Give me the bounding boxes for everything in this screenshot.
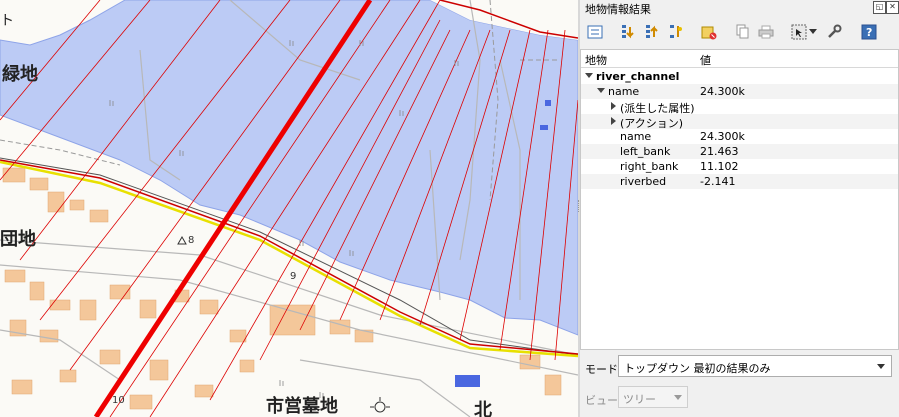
identify-results-panel: 地物情報結果 ◱ ✕ ? 地物 値 river_channel name 24.…: [580, 0, 899, 417]
actions-row[interactable]: (アクション): [581, 114, 898, 130]
chevron-right-icon[interactable]: [611, 117, 616, 125]
tree-header: 地物 値: [581, 50, 898, 68]
map-label-cemetery: 市営墓地: [266, 396, 338, 417]
clear-results-icon[interactable]: [699, 22, 719, 42]
mode-value: トップダウン 最初の結果のみ: [624, 362, 771, 375]
float-panel-button[interactable]: ◱: [873, 1, 886, 14]
map-km-10: 10: [112, 395, 125, 406]
derived-row[interactable]: (派生した属性): [581, 99, 898, 115]
select-features-icon[interactable]: [789, 22, 809, 42]
layer-name: river_channel: [596, 70, 680, 83]
attribute-row[interactable]: name 24.300k: [581, 129, 898, 144]
dropdown-arrow-icon[interactable]: [808, 22, 818, 42]
chevron-right-icon[interactable]: [611, 102, 616, 110]
svg-text:?: ?: [866, 26, 872, 39]
map-canvas[interactable]: 緑地 団地 市営墓地 北 ト 8 9 10: [0, 0, 578, 417]
map-label-park: 団地: [0, 229, 36, 250]
help-icon[interactable]: ?: [859, 22, 879, 42]
attribute-value: 24.300k: [700, 130, 745, 143]
column-header-feature[interactable]: 地物: [585, 52, 607, 68]
panel-title: 地物情報結果: [585, 3, 651, 16]
copy-icon[interactable]: [732, 22, 752, 42]
layer-row[interactable]: river_channel: [581, 69, 898, 84]
view-label: ビュー: [585, 394, 618, 407]
attribute-row[interactable]: riverbed -2.141: [581, 174, 898, 189]
chevron-down-icon[interactable]: [597, 88, 605, 93]
view-select[interactable]: ツリー: [618, 386, 688, 408]
attribute-value: 21.463: [700, 145, 739, 158]
attribute-key: riverbed: [620, 175, 667, 188]
mode-select[interactable]: トップダウン 最初の結果のみ: [618, 355, 892, 377]
close-panel-button[interactable]: ✕: [886, 1, 899, 14]
attribute-row[interactable]: right_bank 11.102: [581, 159, 898, 174]
attribute-value: 11.102: [700, 160, 739, 173]
attribute-key: left_bank: [620, 145, 671, 158]
identify-toolbar: ?: [580, 18, 899, 46]
chevron-down-icon: [877, 364, 885, 369]
column-header-value[interactable]: 値: [700, 52, 711, 68]
attribute-key: name: [620, 130, 652, 143]
attribute-key: right_bank: [620, 160, 679, 173]
feature-key: name: [608, 85, 640, 98]
shrine-symbol: [370, 397, 390, 413]
view-value: ツリー: [623, 393, 656, 406]
map-drawing: [0, 0, 578, 417]
chevron-down-icon: [674, 395, 682, 400]
map-label-left-char: ト: [0, 13, 14, 29]
map-km-9: 9: [290, 271, 297, 282]
collapse-all-icon[interactable]: [642, 22, 662, 42]
expand-all-icon[interactable]: [618, 22, 638, 42]
panel-titlebar: 地物情報結果 ◱ ✕: [580, 0, 899, 16]
mode-label: モード: [585, 363, 618, 376]
map-label-green-area: 緑地: [2, 64, 38, 85]
map-km-8: 8: [188, 235, 195, 246]
map-label-north: 北: [474, 400, 492, 417]
settings-icon[interactable]: [824, 22, 844, 42]
attribute-row[interactable]: left_bank 21.463: [581, 144, 898, 159]
print-icon[interactable]: [756, 22, 776, 42]
attribute-value: -2.141: [700, 175, 736, 188]
feature-value: 24.300k: [700, 85, 745, 98]
expand-new-icon[interactable]: [666, 22, 686, 42]
results-tree[interactable]: 地物 値 river_channel name 24.300k (派生した属性)…: [580, 49, 899, 350]
expand-tree-icon[interactable]: [585, 22, 605, 42]
feature-row[interactable]: name 24.300k: [581, 84, 898, 99]
chevron-down-icon[interactable]: [585, 73, 593, 78]
